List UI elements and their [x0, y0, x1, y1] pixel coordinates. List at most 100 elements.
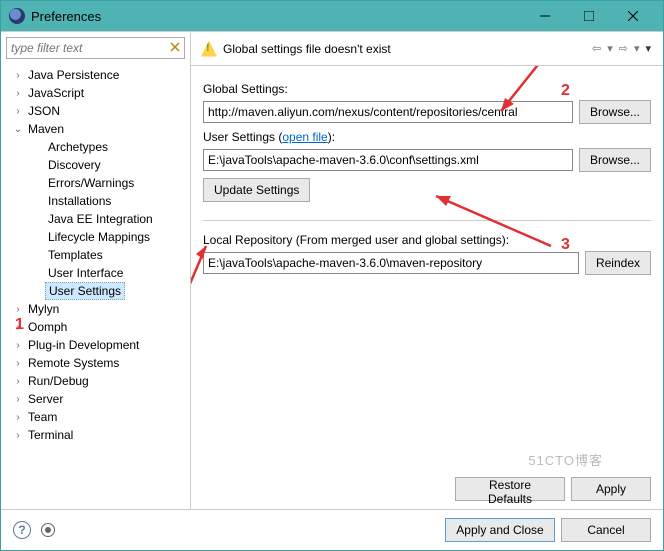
- tree-item[interactable]: ›Mylyn: [3, 300, 190, 318]
- tree-item[interactable]: Templates: [3, 246, 190, 264]
- apply-button[interactable]: Apply: [571, 477, 651, 501]
- header-bar: Global settings file doesn't exist ⇦▾ ⇨▾…: [191, 32, 663, 66]
- footer-bar: ? Apply and Close Cancel: [1, 509, 663, 550]
- tree-item-label: Archetypes: [45, 139, 111, 155]
- tree-item[interactable]: ›Remote Systems: [3, 354, 190, 372]
- tree-item[interactable]: Archetypes: [3, 138, 190, 156]
- restore-defaults-button[interactable]: Restore Defaults: [455, 477, 565, 501]
- update-settings-button[interactable]: Update Settings: [203, 178, 310, 202]
- tree-item-label: Server: [25, 391, 66, 407]
- tree-item[interactable]: User Settings: [3, 282, 190, 300]
- separator: [203, 220, 651, 221]
- expand-icon[interactable]: ›: [11, 106, 25, 117]
- expand-icon[interactable]: ›: [11, 322, 25, 333]
- tree-item[interactable]: ›Java Persistence: [3, 66, 190, 84]
- tree-item-label: Java EE Integration: [45, 211, 156, 227]
- tree-item-label: Java Persistence: [25, 67, 122, 83]
- tree-item[interactable]: Discovery: [3, 156, 190, 174]
- tree-item-label: Maven: [25, 121, 67, 137]
- tree-item-label: Installations: [45, 193, 114, 209]
- tree-item-label: Remote Systems: [25, 355, 122, 371]
- tree-item[interactable]: ›Server: [3, 390, 190, 408]
- tree-item-label: Oomph: [25, 319, 70, 335]
- local-repo-input[interactable]: [203, 252, 579, 274]
- user-browse-button[interactable]: Browse...: [579, 148, 651, 172]
- tree-item-label: JavaScript: [25, 85, 87, 101]
- tree-item[interactable]: ›Team: [3, 408, 190, 426]
- minimize-button[interactable]: [523, 1, 567, 31]
- tree-item-label: Team: [25, 409, 60, 425]
- global-settings-input[interactable]: [203, 101, 573, 123]
- tree-item[interactable]: ›Plug-in Development: [3, 336, 190, 354]
- expand-icon[interactable]: ›: [11, 394, 25, 405]
- expand-icon[interactable]: ›: [11, 304, 25, 315]
- window-title: Preferences: [31, 9, 523, 24]
- tree-item[interactable]: Installations: [3, 192, 190, 210]
- tree-item-label: Errors/Warnings: [45, 175, 137, 191]
- tree-item-label: Lifecycle Mappings: [45, 229, 153, 245]
- expand-icon[interactable]: ›: [11, 376, 25, 387]
- expand-icon[interactable]: ›: [11, 358, 25, 369]
- tree-item-label: Mylyn: [25, 301, 62, 317]
- user-settings-label: User Settings (open file):: [203, 130, 651, 144]
- titlebar[interactable]: Preferences: [1, 1, 663, 31]
- forward-menu-icon[interactable]: ▾: [632, 42, 642, 55]
- annotation-arrow-1: [191, 226, 241, 386]
- tree-item-label: Templates: [45, 247, 106, 263]
- tree-item-label: User Interface: [45, 265, 126, 281]
- open-file-link[interactable]: open file: [282, 130, 327, 144]
- menu-icon[interactable]: ▾: [643, 42, 653, 55]
- tree-item[interactable]: ›JSON: [3, 102, 190, 120]
- tree-item[interactable]: ›Oomph: [3, 318, 190, 336]
- expand-icon[interactable]: ⌄: [11, 124, 25, 135]
- preferences-window: Preferences ›Java Persistence›JavaScript…: [0, 0, 664, 551]
- preferences-tree[interactable]: ›Java Persistence›JavaScript›JSON⌄MavenA…: [1, 64, 190, 509]
- tree-item[interactable]: ›Terminal: [3, 426, 190, 444]
- tree-item[interactable]: ⌄Maven: [3, 120, 190, 138]
- expand-icon[interactable]: ›: [11, 88, 25, 99]
- expand-icon[interactable]: ›: [11, 70, 25, 81]
- warning-icon: [201, 41, 217, 57]
- expand-icon[interactable]: ›: [11, 412, 25, 423]
- tree-item-label: Run/Debug: [25, 373, 92, 389]
- help-icon[interactable]: ?: [13, 521, 31, 539]
- maximize-button[interactable]: [567, 1, 611, 31]
- forward-icon[interactable]: ⇨: [617, 42, 630, 55]
- cancel-button[interactable]: Cancel: [561, 518, 651, 542]
- tree-item-label: JSON: [25, 103, 63, 119]
- dialog-body: ›Java Persistence›JavaScript›JSON⌄MavenA…: [1, 31, 663, 509]
- clear-filter-icon[interactable]: [168, 40, 182, 54]
- tree-item[interactable]: ›JavaScript: [3, 84, 190, 102]
- main-panel: Global settings file doesn't exist ⇦▾ ⇨▾…: [191, 32, 663, 509]
- app-icon: [9, 8, 25, 24]
- header-nav: ⇦▾ ⇨▾ ▾: [590, 42, 653, 55]
- tree-item-label: Discovery: [45, 157, 104, 173]
- tree-item[interactable]: Java EE Integration: [3, 210, 190, 228]
- user-settings-input[interactable]: [203, 149, 573, 171]
- expand-icon[interactable]: ›: [11, 430, 25, 441]
- back-menu-icon[interactable]: ▾: [605, 42, 615, 55]
- user-label-pre: User Settings (: [203, 130, 282, 144]
- header-message: Global settings file doesn't exist: [223, 42, 590, 56]
- defaults-apply-bar: Restore Defaults Apply: [191, 469, 663, 509]
- back-icon[interactable]: ⇦: [590, 42, 603, 55]
- filter-input[interactable]: [6, 37, 185, 59]
- close-button[interactable]: [611, 1, 655, 31]
- content-area: Global Settings: Browse... User Settings…: [191, 66, 663, 469]
- global-settings-label: Global Settings:: [203, 82, 651, 96]
- expand-icon[interactable]: ›: [11, 340, 25, 351]
- tree-item[interactable]: ›Run/Debug: [3, 372, 190, 390]
- tree-item-label: Plug-in Development: [25, 337, 142, 353]
- tree-item[interactable]: Lifecycle Mappings: [3, 228, 190, 246]
- sidebar: ›Java Persistence›JavaScript›JSON⌄MavenA…: [1, 32, 191, 509]
- reindex-button[interactable]: Reindex: [585, 251, 651, 275]
- local-repo-label: Local Repository (From merged user and g…: [203, 233, 651, 247]
- tree-item-label: User Settings: [45, 282, 125, 300]
- tree-item[interactable]: User Interface: [3, 264, 190, 282]
- filter-box: [6, 37, 185, 59]
- user-label-post: ):: [328, 130, 335, 144]
- tree-item[interactable]: Errors/Warnings: [3, 174, 190, 192]
- apply-and-close-button[interactable]: Apply and Close: [445, 518, 555, 542]
- record-icon[interactable]: [41, 523, 55, 537]
- global-browse-button[interactable]: Browse...: [579, 100, 651, 124]
